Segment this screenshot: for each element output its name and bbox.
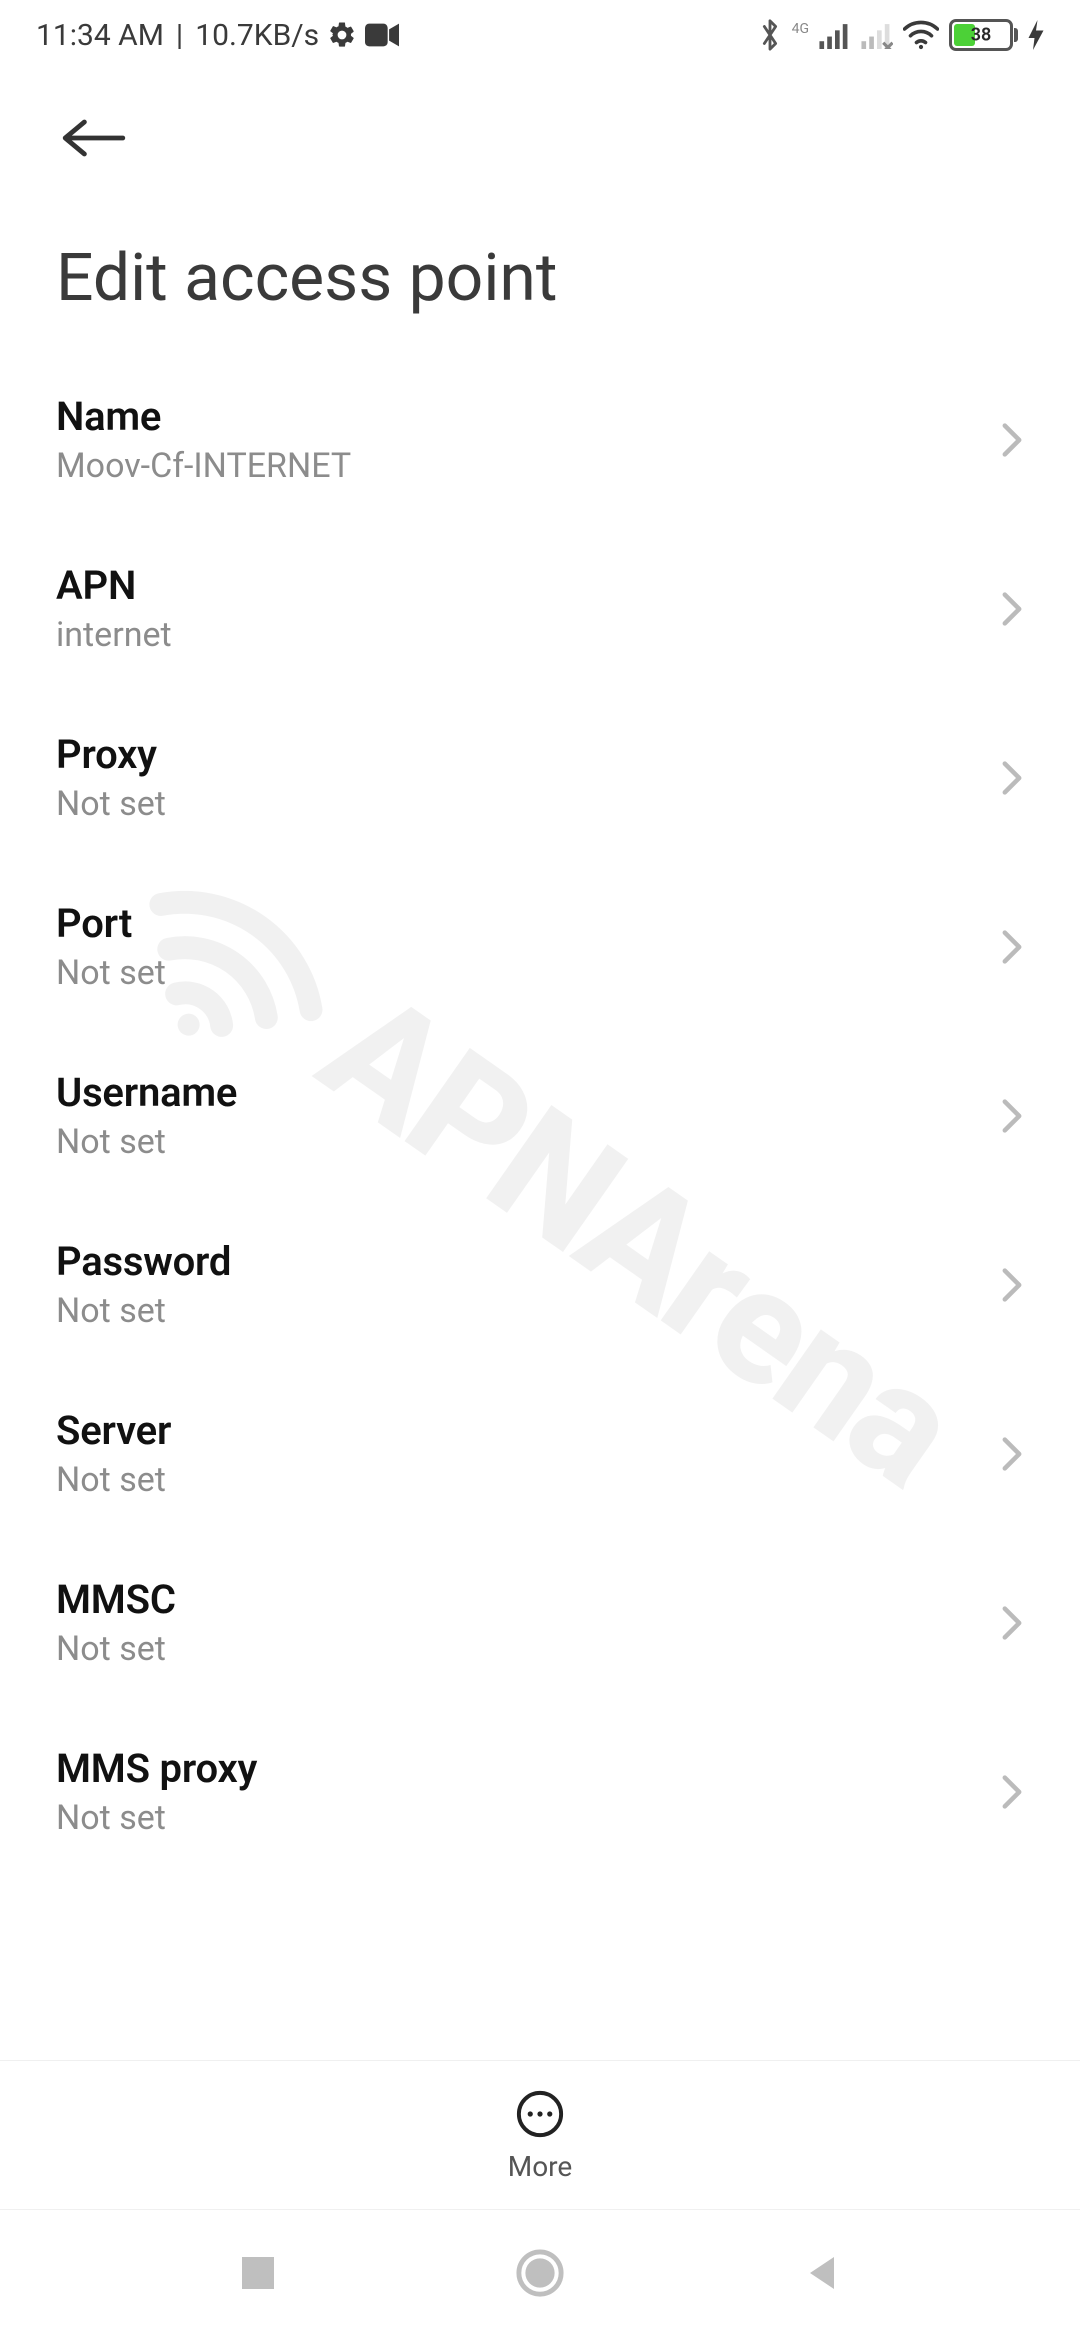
item-label: Port bbox=[56, 900, 166, 947]
item-label: Username bbox=[56, 1069, 237, 1116]
item-value: Not set bbox=[56, 1460, 171, 1500]
settings-list-viewport: Name Moov-Cf-INTERNET APN internet Proxy… bbox=[0, 285, 1080, 2060]
item-value: internet bbox=[56, 615, 172, 655]
status-bar: 11:34 AM | 10.7KB/s 4G 38 bbox=[0, 0, 1080, 70]
circle-icon bbox=[514, 2247, 566, 2299]
chevron-right-icon bbox=[1000, 929, 1024, 965]
more-circle-icon bbox=[514, 2088, 566, 2140]
chevron-right-icon bbox=[1000, 1774, 1024, 1810]
status-separator: | bbox=[176, 18, 183, 53]
nav-home-button[interactable] bbox=[514, 2247, 566, 2303]
status-right: 4G 38 bbox=[758, 18, 1044, 52]
item-label: Name bbox=[56, 393, 351, 440]
status-left: 11:34 AM | 10.7KB/s bbox=[36, 18, 399, 53]
status-time: 11:34 AM bbox=[36, 18, 164, 53]
navigation-bar bbox=[0, 2210, 1080, 2340]
item-value: Not set bbox=[56, 1629, 176, 1669]
item-label: MMSC bbox=[56, 1576, 176, 1623]
video-camera-icon bbox=[365, 23, 399, 47]
item-username[interactable]: Username Not set bbox=[0, 1031, 1080, 1200]
item-label: Password bbox=[56, 1238, 231, 1285]
gear-icon bbox=[327, 20, 357, 50]
item-value: Not set bbox=[56, 1291, 231, 1331]
battery-percent: 38 bbox=[971, 25, 992, 46]
wifi-icon bbox=[903, 20, 939, 50]
item-value: Moov-Cf-INTERNET bbox=[56, 446, 351, 486]
item-server[interactable]: Server Not set bbox=[0, 1369, 1080, 1538]
chevron-right-icon bbox=[1000, 1098, 1024, 1134]
arrow-left-icon bbox=[62, 116, 126, 160]
item-label: MMS proxy bbox=[56, 1745, 257, 1792]
battery-indicator: 38 bbox=[949, 19, 1018, 51]
bluetooth-icon bbox=[758, 18, 782, 52]
item-password[interactable]: Password Not set bbox=[0, 1200, 1080, 1369]
item-apn[interactable]: APN internet bbox=[0, 524, 1080, 693]
chevron-right-icon bbox=[1000, 760, 1024, 796]
action-bar: More bbox=[0, 2060, 1080, 2210]
item-mmsc[interactable]: MMSC Not set bbox=[0, 1538, 1080, 1707]
item-value: Not set bbox=[56, 1122, 237, 1162]
settings-list[interactable]: Name Moov-Cf-INTERNET APN internet Proxy… bbox=[0, 285, 1080, 1876]
network-4g-label: 4G bbox=[792, 22, 809, 36]
square-icon bbox=[238, 2253, 278, 2293]
charging-bolt-icon bbox=[1028, 20, 1044, 50]
item-label: Server bbox=[56, 1407, 171, 1454]
nav-back-button[interactable] bbox=[802, 2253, 842, 2297]
header: Edit access point bbox=[0, 70, 1080, 317]
chevron-right-icon bbox=[1000, 1605, 1024, 1641]
chevron-right-icon bbox=[1000, 1267, 1024, 1303]
item-value: Not set bbox=[56, 784, 166, 824]
triangle-left-icon bbox=[802, 2253, 842, 2293]
more-label: More bbox=[508, 2150, 573, 2183]
item-label: APN bbox=[56, 562, 172, 609]
item-value: Not set bbox=[56, 953, 166, 993]
back-button[interactable] bbox=[56, 110, 132, 170]
chevron-right-icon bbox=[1000, 1436, 1024, 1472]
more-button[interactable]: More bbox=[508, 2088, 573, 2183]
item-mms-proxy[interactable]: MMS proxy Not set bbox=[0, 1707, 1080, 1876]
item-value: Not set bbox=[56, 1798, 257, 1838]
item-label: Proxy bbox=[56, 731, 166, 778]
item-proxy[interactable]: Proxy Not set bbox=[0, 693, 1080, 862]
nav-recents-button[interactable] bbox=[238, 2253, 278, 2297]
item-port[interactable]: Port Not set bbox=[0, 862, 1080, 1031]
status-net-speed: 10.7KB/s bbox=[195, 18, 319, 53]
signal-bars-sim1-icon bbox=[819, 21, 851, 49]
signal-bars-sim2-icon bbox=[861, 21, 893, 49]
item-name[interactable]: Name Moov-Cf-INTERNET bbox=[0, 355, 1080, 524]
chevron-right-icon bbox=[1000, 422, 1024, 458]
chevron-right-icon bbox=[1000, 591, 1024, 627]
